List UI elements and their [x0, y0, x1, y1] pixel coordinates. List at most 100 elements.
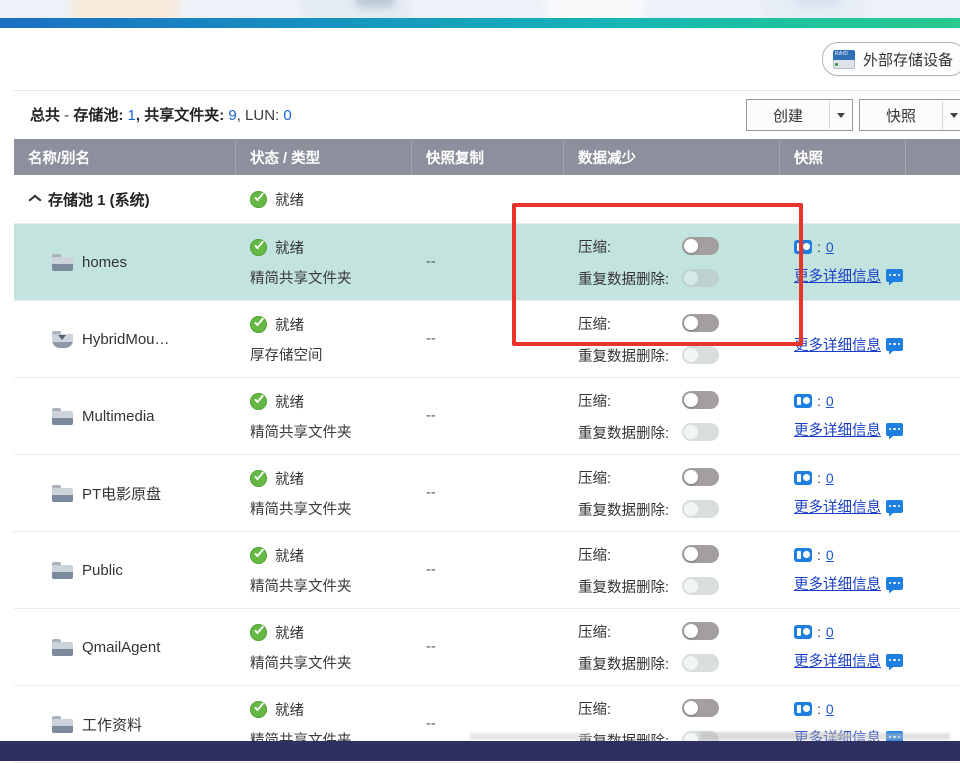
compression-toggle[interactable]	[682, 314, 719, 332]
more-details-line[interactable]: 更多详细信息	[794, 265, 906, 286]
shared-folder-name[interactable]: 工作资料	[14, 714, 236, 735]
snapshot-count-line: :0	[794, 547, 906, 563]
shared-folder-label: homes	[82, 254, 127, 271]
folder-icon	[52, 485, 73, 502]
dedup-toggle[interactable]	[682, 577, 719, 595]
table-row[interactable]: Multimedia就绪精简共享文件夹--压缩:重复数据删除::0更多详细信息	[14, 378, 960, 455]
speech-bubble-icon	[886, 500, 903, 513]
status-ok-icon	[250, 547, 267, 564]
table-header-row: 名称/别名 状态 / 类型 快照复制 数据减少 快照	[14, 139, 960, 175]
os-taskbar[interactable]	[0, 741, 960, 761]
snapshot-count-link[interactable]: 0	[826, 547, 834, 563]
dedup-toggle[interactable]	[682, 423, 719, 441]
snapshot-button[interactable]: 快照	[859, 99, 960, 131]
create-dropdown-caret[interactable]	[829, 101, 852, 129]
snapshot-dropdown-caret[interactable]	[942, 101, 960, 129]
dedup-toggle[interactable]	[682, 269, 719, 287]
status-ok-icon	[250, 470, 267, 487]
shared-folder-name[interactable]: Multimedia	[14, 408, 236, 425]
shared-folder-name[interactable]: PT电影原盘	[14, 483, 236, 504]
dedup-toggle[interactable]	[682, 654, 719, 672]
compression-label: 压缩:	[578, 698, 682, 719]
row-status: 就绪	[250, 314, 412, 335]
dedup-label: 重复数据删除:	[578, 576, 682, 597]
row-type-label: 精简共享文件夹	[250, 652, 412, 673]
shared-folder-name[interactable]: QmailAgent	[14, 639, 236, 656]
snapshot-count-link[interactable]: 0	[826, 470, 834, 486]
table-row[interactable]: HybridMou…就绪厚存储空间--压缩:重复数据删除:更多详细信息	[14, 301, 960, 378]
camera-icon	[794, 394, 812, 408]
more-details-line[interactable]: 更多详细信息	[794, 650, 906, 671]
external-storage-button-label: 外部存储设备	[863, 49, 953, 70]
compression-label: 压缩:	[578, 544, 682, 565]
row-status-label: 就绪	[275, 545, 304, 566]
more-details-link[interactable]: 更多详细信息	[794, 419, 881, 440]
external-storage-button[interactable]: 外部存储设备	[822, 42, 960, 76]
compression-toggle[interactable]	[682, 237, 719, 255]
storage-pool-status-label: 就绪	[275, 189, 304, 210]
snapshot-count-link[interactable]: 0	[826, 701, 834, 717]
compression-label: 压缩:	[578, 390, 682, 411]
shared-folder-name[interactable]: HybridMou…	[14, 331, 236, 348]
snapshot-colon: :	[817, 624, 821, 640]
row-replication: --	[426, 716, 564, 732]
snapshot-count-link[interactable]: 0	[826, 239, 834, 255]
speech-bubble-icon	[886, 269, 903, 282]
dedup-label: 重复数据删除:	[578, 422, 682, 443]
folder-icon	[52, 716, 73, 733]
snapshot-count-link[interactable]: 0	[826, 393, 834, 409]
summary-separator: -	[60, 107, 73, 124]
table-row[interactable]: QmailAgent就绪精简共享文件夹--压缩:重复数据删除::0更多详细信息	[14, 609, 960, 686]
more-details-link[interactable]: 更多详细信息	[794, 573, 881, 594]
column-header-replication[interactable]: 快照复制	[412, 139, 564, 175]
more-details-line[interactable]: 更多详细信息	[794, 496, 906, 517]
desktop-icon-blur-3	[545, 0, 645, 18]
dedup-toggle[interactable]	[682, 346, 719, 364]
column-header-name[interactable]: 名称/别名	[14, 139, 236, 175]
shared-folder-name[interactable]: Public	[14, 562, 236, 579]
column-header-snapshot[interactable]: 快照	[780, 139, 906, 175]
speech-bubble-icon	[886, 423, 903, 436]
create-button[interactable]: 创建	[746, 99, 853, 131]
row-replication: --	[426, 331, 564, 347]
snapshot-count-link[interactable]: 0	[826, 624, 834, 640]
table-row[interactable]: homes就绪精简共享文件夹--压缩:重复数据删除::0更多详细信息	[14, 224, 960, 301]
taskbar-smudge-2	[700, 732, 850, 740]
column-header-extra[interactable]	[906, 139, 960, 175]
compression-toggle[interactable]	[682, 468, 719, 486]
storage-pool-row[interactable]: 存储池 1 (系统) 就绪	[14, 175, 960, 224]
compression-label: 压缩:	[578, 313, 682, 334]
chevron-down-icon	[837, 113, 845, 118]
more-details-link[interactable]: 更多详细信息	[794, 265, 881, 286]
compression-toggle[interactable]	[682, 545, 719, 563]
compression-toggle[interactable]	[682, 391, 719, 409]
table-row[interactable]: PT电影原盘就绪精简共享文件夹--压缩:重复数据删除::0更多详细信息	[14, 455, 960, 532]
compression-toggle[interactable]	[682, 622, 719, 640]
dedup-toggle[interactable]	[682, 500, 719, 518]
more-details-line[interactable]: 更多详细信息	[794, 573, 906, 594]
camera-icon	[794, 702, 812, 716]
folder-icon	[52, 562, 73, 579]
snapshot-count-line: :0	[794, 624, 906, 640]
more-details-link[interactable]: 更多详细信息	[794, 650, 881, 671]
storage-pool-label: 存储池 1 (系统)	[48, 189, 150, 210]
folder-icon	[52, 408, 73, 425]
row-replication: --	[426, 254, 564, 270]
more-details-line[interactable]: 更多详细信息	[794, 419, 906, 440]
row-status: 就绪	[250, 622, 412, 643]
more-details-line[interactable]: 更多详细信息	[794, 334, 906, 355]
shared-folder-name[interactable]: homes	[14, 254, 236, 271]
more-details-link[interactable]: 更多详细信息	[794, 334, 881, 355]
column-header-reduction[interactable]: 数据减少	[564, 139, 780, 175]
table-row[interactable]: Public就绪精简共享文件夹--压缩:重复数据删除::0更多详细信息	[14, 532, 960, 609]
compression-toggle[interactable]	[682, 699, 719, 717]
summary-lun-count: 0	[283, 107, 291, 124]
raid-enclosure-icon	[833, 50, 855, 69]
shared-folder-label: QmailAgent	[82, 639, 160, 656]
row-status-label: 就绪	[275, 314, 304, 335]
folder-icon	[52, 639, 73, 656]
chevron-up-icon[interactable]	[28, 195, 41, 203]
more-details-link[interactable]: 更多详细信息	[794, 496, 881, 517]
storage-pool-name[interactable]: 存储池 1 (系统)	[14, 189, 236, 210]
column-header-status-type[interactable]: 状态 / 类型	[236, 139, 412, 175]
